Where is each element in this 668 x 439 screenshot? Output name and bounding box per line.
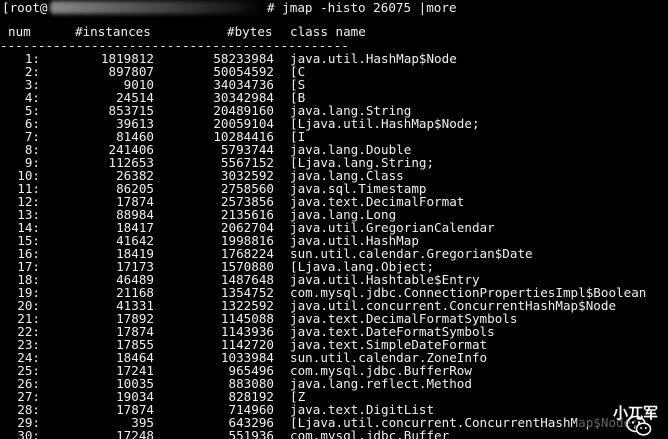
row-class-name: java.lang.reflect.Method	[290, 376, 472, 391]
redacted-hostname	[50, 1, 264, 14]
header-bytes: #bytes	[227, 24, 273, 39]
watermark: 小兀军	[576, 399, 662, 436]
header-num: num	[8, 24, 31, 39]
row-class-name: com.mysql.jdbc.Buffer	[290, 428, 450, 439]
row-instances: 17248	[116, 428, 154, 439]
terminal-window[interactable]: [root@ # jmap -histo 26075 |more num #in…	[0, 0, 668, 439]
row-class-name: java.util.HashMap$Node	[290, 51, 457, 66]
column-header: num #instances #bytes class name	[0, 25, 668, 39]
row-bytes: 551936	[228, 428, 275, 439]
table-row: 6: 39613 20059104 [Ljava.util.HashMap$Node;	[0, 117, 668, 130]
row-class-name: [Ljava.util.HashMap$Node;	[290, 116, 480, 131]
wechat-icon	[581, 402, 652, 436]
header-instances: #instances	[75, 24, 151, 39]
prompt-line: [root@ # jmap -histo 26075 |more	[0, 0, 668, 16]
table-row: 30: 17248 551936 com.mysql.jdbc.Buffer	[0, 429, 668, 439]
table-row: 1: 1819812 58233984 java.util.HashMap$Node	[0, 52, 668, 65]
row-num: 30:	[17, 428, 40, 439]
command-text: # jmap -histo 26075 |more	[267, 0, 457, 15]
histogram-table: 1: 1819812 58233984 java.util.HashMap$Node 2…	[0, 52, 668, 439]
header-class-name: class name	[290, 24, 366, 39]
table-row: 3: 9010 34034736 [S	[0, 78, 668, 91]
table-row: 2: 897807 50054592 [C	[0, 65, 668, 78]
table-row: 26: 10035 883080 java.lang.reflect.Method	[0, 377, 668, 390]
prompt-start: [root@	[2, 0, 48, 15]
